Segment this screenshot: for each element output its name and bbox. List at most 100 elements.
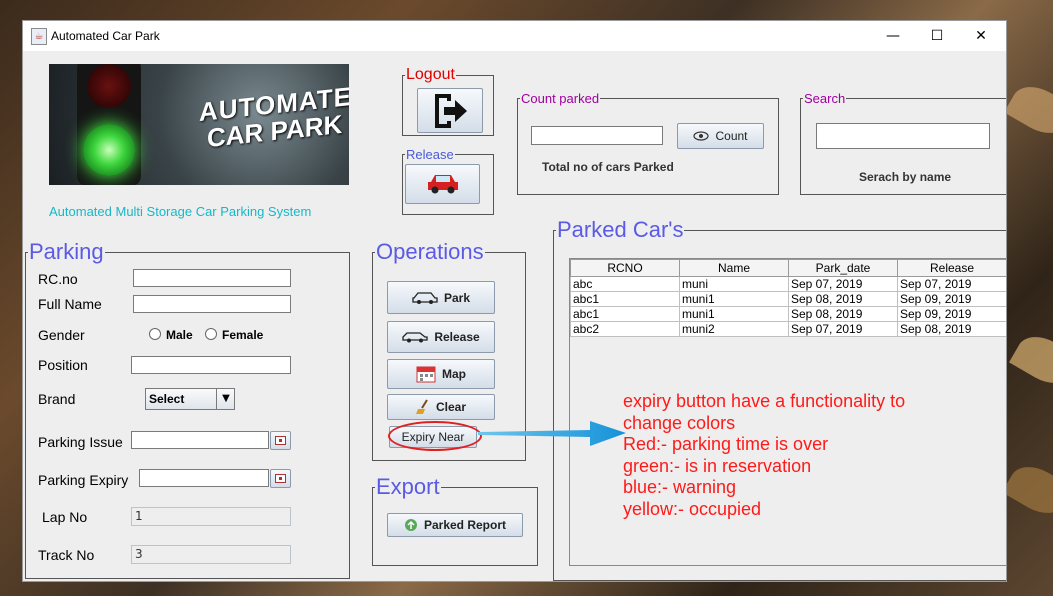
annotation-line: Red:- parking time is over [623,434,829,455]
rcno-label: RC.no [38,271,78,287]
count-parked-legend: Count parked [521,91,600,106]
parking-expiry-input[interactable] [139,469,269,487]
window-title: Automated Car Park [51,29,160,43]
table-cell[interactable]: Sep 08, 2019 [897,321,1006,337]
table-cell[interactable]: Sep 09, 2019 [897,291,1006,307]
eye-icon [693,131,710,141]
background-leaf [1009,327,1053,393]
rcno-input[interactable] [133,269,291,287]
column-header-name[interactable]: Name [679,259,789,277]
java-app-icon: ☕ [31,28,47,45]
export-legend: Export [376,474,440,499]
brand-selected-value: Select [149,392,185,406]
column-header-rcno[interactable]: RCNO [570,259,680,277]
expiry-date-picker-button[interactable] [270,469,291,488]
search-caption: Serach by name [859,170,952,184]
radio-circle [205,328,217,340]
release-button-label: Release [434,330,480,344]
annotation-arrow-icon [478,421,626,446]
table-cell[interactable]: muni2 [679,321,789,337]
parked-report-button[interactable]: Parked Report [387,513,523,537]
count-output-field[interactable] [531,126,663,145]
maximize-button[interactable]: ☐ [914,21,960,51]
issue-date-picker-button[interactable] [270,431,291,450]
parking-issue-input[interactable] [131,431,269,449]
parked-cars-legend: Parked Car's [557,217,684,242]
expiry-highlight-ellipse [388,421,482,451]
chevron-down-icon: ▼ [216,389,235,409]
table-row[interactable]: abc2 muni2 Sep 07, 2019 Sep 08, 2019 [570,321,1006,337]
track-no-label: Track No [38,547,95,563]
search-legend: Search [804,91,846,106]
release-top-legend: Release [406,147,454,162]
car-side-icon [402,332,428,343]
table-cell[interactable]: Sep 08, 2019 [788,306,898,322]
map-button[interactable]: Map [387,359,495,389]
table-cell[interactable]: muni [679,276,789,292]
traffic-light-graphic [77,64,141,185]
expiry-annotation: expiry button have a functionality to ch… [623,391,905,521]
app-window: ☕ Automated Car Park — ☐ ✕ AUTOMATED CAR… [22,20,1007,582]
calendar-map-icon [416,366,436,383]
background-leaf [1002,457,1053,523]
position-label: Position [38,357,88,373]
column-header-release[interactable]: Release [897,259,1006,277]
logout-button[interactable] [417,88,483,133]
gender-male-radio[interactable]: Male [149,328,193,342]
annotation-line: green:- is in reservation [623,455,812,476]
map-button-label: Map [442,367,466,381]
table-cell[interactable]: muni1 [679,291,789,307]
title-bar: ☕ Automated Car Park — ☐ ✕ [23,21,1006,51]
gender-female-radio[interactable]: Female [205,328,263,342]
red-car-icon [427,175,458,194]
table-row[interactable]: abc muni Sep 07, 2019 Sep 07, 2019 [570,276,1006,292]
count-button[interactable]: Count [677,123,764,149]
close-button[interactable]: ✕ [958,21,1004,51]
minimize-button[interactable]: — [870,21,916,51]
brand-label: Brand [38,391,76,407]
car-park-banner-image: AUTOMATED CAR PARK [49,64,349,185]
table-cell[interactable]: abc [570,276,680,292]
lap-no-label: Lap No [42,509,88,525]
table-cell[interactable]: muni1 [679,306,789,322]
annotation-line: blue:- warning [623,477,737,498]
gender-label: Gender [38,327,85,343]
table-row[interactable]: abc1 muni1 Sep 08, 2019 Sep 09, 2019 [570,291,1006,307]
park-button-label: Park [443,290,471,305]
position-input[interactable] [131,356,291,374]
annotation-line: change colors [623,412,736,433]
table-cell[interactable]: abc2 [570,321,680,337]
logout-icon [435,93,467,128]
calendar-icon [275,474,286,483]
fullname-input[interactable] [133,295,291,313]
brand-select[interactable]: Select ▼ [145,388,235,410]
track-no-field: 3 [131,545,291,564]
table-cell[interactable]: Sep 07, 2019 [897,276,1006,292]
parking-issue-label: Parking Issue [38,434,123,450]
table-cell[interactable]: abc1 [570,291,680,307]
table-cell[interactable]: Sep 08, 2019 [788,291,898,307]
park-button[interactable]: Park [387,281,495,314]
radio-circle [149,328,161,340]
release-car-button[interactable] [405,164,480,204]
parking-expiry-label: Parking Expiry [38,472,129,488]
clear-button-label: Clear [435,400,467,414]
table-cell[interactable]: Sep 09, 2019 [897,306,1006,322]
parking-legend: Parking [29,239,104,264]
table-cell[interactable]: Sep 07, 2019 [788,321,898,337]
count-button-label: Count [715,129,748,143]
release-button[interactable]: Release [387,321,495,353]
clear-button[interactable]: Clear [387,394,495,420]
lap-no-field: 1 [131,507,291,526]
annotation-line: expiry button have a functionality to [623,391,906,411]
background-leaf [1004,77,1053,143]
table-cell[interactable]: Sep 07, 2019 [788,276,898,292]
calendar-icon [275,436,286,445]
column-header-park-date[interactable]: Park_date [788,259,898,277]
table-cell[interactable]: abc1 [570,306,680,322]
table-row[interactable]: abc1 muni1 Sep 08, 2019 Sep 09, 2019 [570,306,1006,322]
operations-legend: Operations [376,239,484,264]
logout-legend: Logout [406,66,455,83]
count-caption: Total no of cars Parked [542,160,674,174]
search-input[interactable] [816,123,990,149]
